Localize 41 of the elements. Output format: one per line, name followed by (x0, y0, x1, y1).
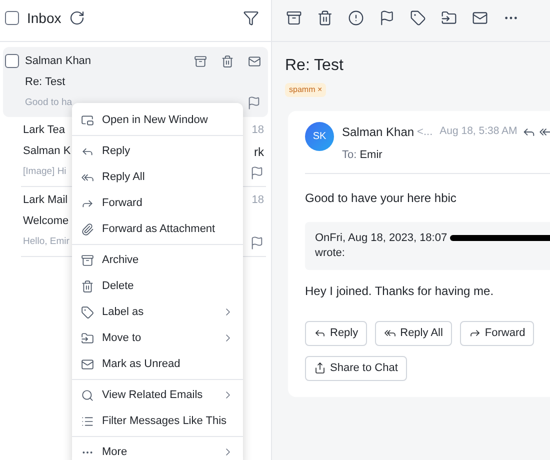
mail-date: 18 (252, 123, 264, 138)
avatar: SK (305, 122, 334, 151)
mail-preview: [Image] Hi (23, 165, 66, 180)
mail-date: 18 (252, 193, 264, 208)
menu-item[interactable]: Mark as Unread (72, 351, 243, 377)
mail-subject: Welcome (23, 214, 69, 230)
menu-item[interactable]: Reply All (72, 164, 243, 190)
message-time: Aug 18, 5:38 AM (440, 124, 518, 140)
action-button[interactable]: Forward (460, 320, 534, 346)
sender-name: Lark Mail (23, 193, 68, 208)
menu-item[interactable]: More (72, 439, 243, 460)
sender-name: Salman Khan (25, 54, 92, 69)
action-button[interactable]: Reply (305, 320, 368, 346)
mail-subject: rk (254, 144, 264, 160)
menu-item[interactable]: Forward as Attachment (72, 216, 243, 242)
action-button[interactable]: Reply All (375, 320, 452, 346)
menu-item[interactable]: View Related Emails (72, 382, 243, 408)
quote-text: wrote: (315, 246, 346, 260)
label-tag[interactable]: spamm × (285, 83, 326, 97)
sender-name: Salman Khan (342, 124, 414, 141)
mail-subject: Salman K (23, 144, 71, 160)
mail-subject: Re: Test (25, 74, 66, 90)
menu-item[interactable]: Label as (72, 299, 243, 325)
mail-preview: Hello, Emir (23, 235, 70, 250)
inbox-title: Inbox (27, 8, 62, 28)
message-body: Good to have your here hbic (305, 190, 458, 206)
sender-name: Lark Tea (23, 123, 65, 138)
menu-item[interactable]: Delete (72, 273, 243, 299)
menu-item[interactable]: Filter Messages Like This (72, 408, 243, 434)
sender-address: <... (417, 124, 433, 140)
menu-item[interactable]: Reply (72, 138, 243, 164)
recipient: Emir (360, 148, 382, 163)
mail-preview: Good to ha (25, 96, 72, 110)
message-body: Hey I joined. Thanks for having me. (305, 282, 495, 300)
to-label: To: (342, 148, 357, 163)
menu-item[interactable]: Archive (72, 247, 243, 273)
quote-header: OnFri, Aug 18, 2023, 18:07 (315, 230, 448, 246)
action-button[interactable]: Share to Chat (305, 356, 407, 380)
menu-item[interactable]: Move to (72, 325, 243, 351)
menu-item[interactable]: Forward (72, 190, 243, 216)
message-subject: Re: Test (285, 56, 344, 76)
